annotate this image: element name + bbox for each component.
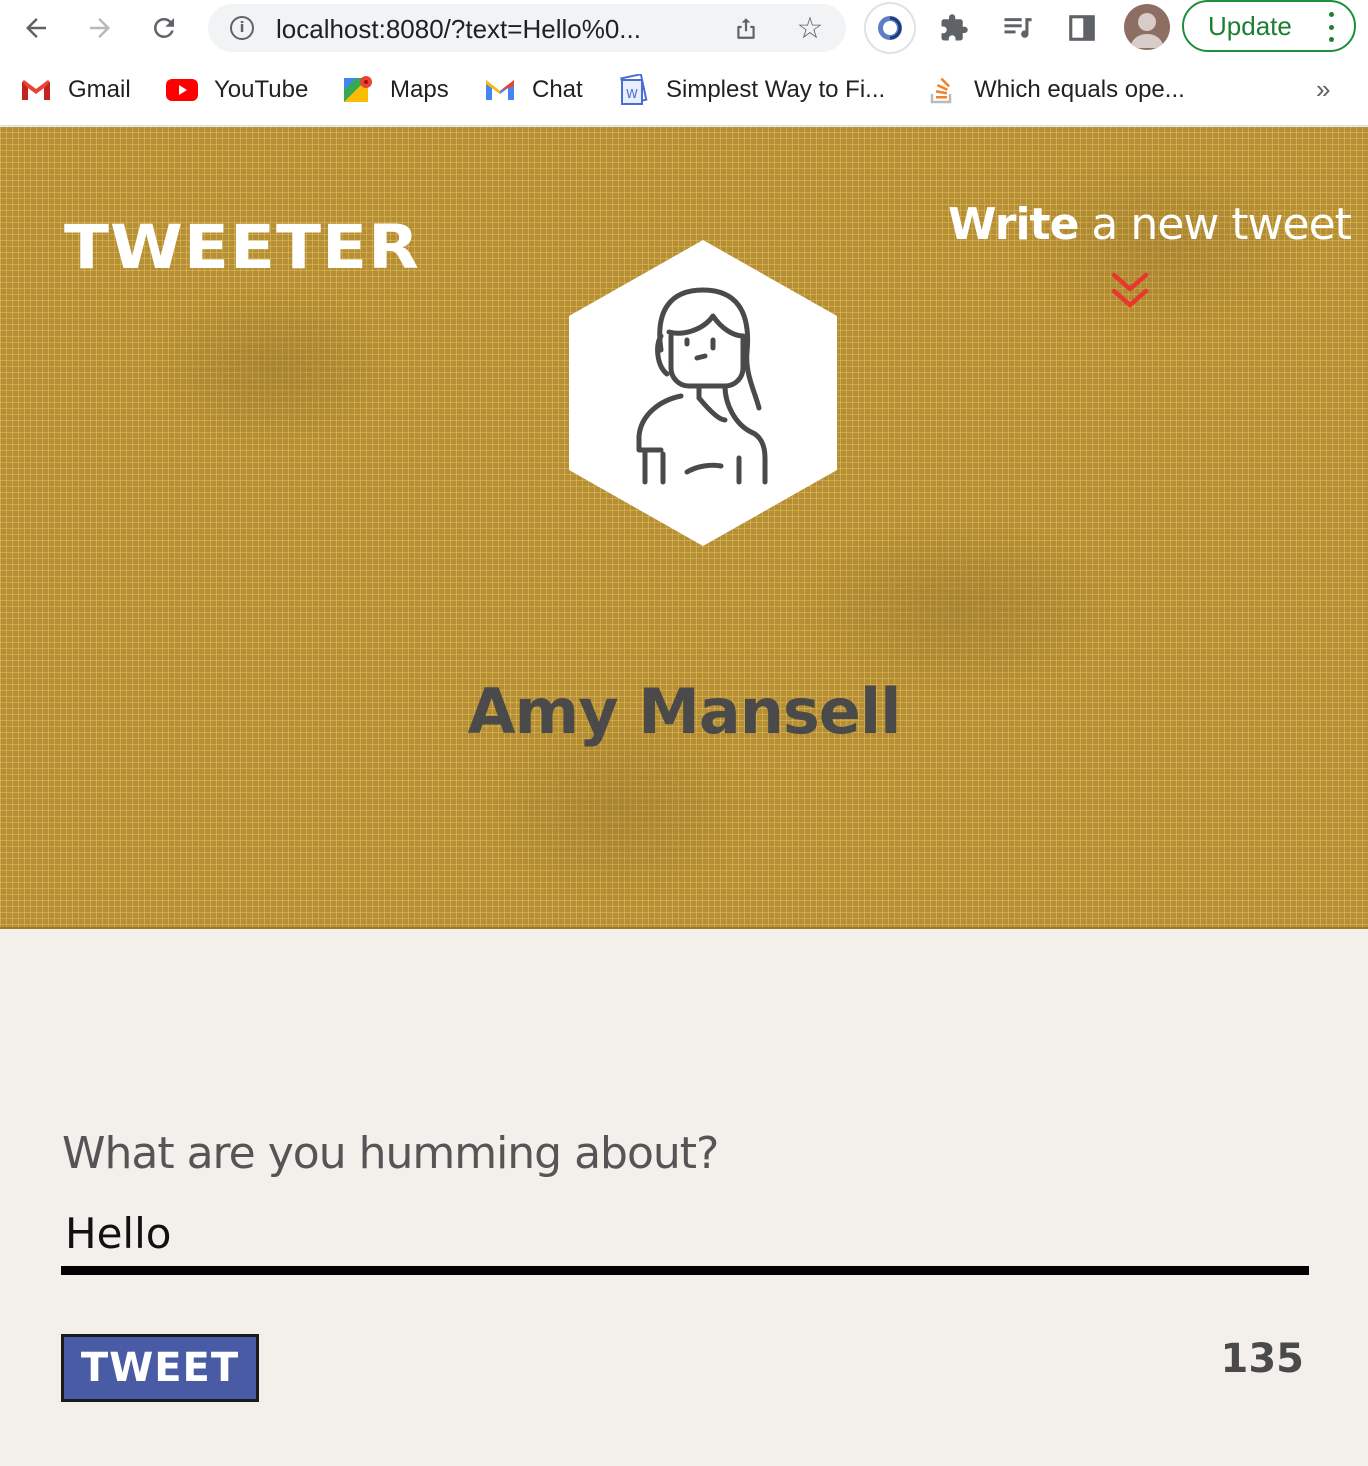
back-arrow-icon bbox=[26, 18, 46, 38]
bookmark-label: Maps bbox=[390, 76, 449, 103]
forward-arrow-icon bbox=[90, 18, 110, 38]
person-icon bbox=[1130, 13, 1164, 48]
bookmark-label: Gmail bbox=[68, 76, 131, 103]
bookmark-label: Chat bbox=[532, 76, 583, 103]
back-button[interactable] bbox=[16, 8, 56, 48]
chat-icon bbox=[484, 74, 516, 106]
bookmark-youtube[interactable]: YouTube bbox=[166, 72, 308, 108]
bookmark-gmail[interactable]: Gmail bbox=[20, 72, 131, 108]
forward-button[interactable] bbox=[80, 8, 120, 48]
bookmark-simplest-way[interactable]: W Simplest Way to Fi... bbox=[618, 72, 885, 108]
reload-button[interactable] bbox=[144, 8, 184, 48]
maps-icon bbox=[342, 74, 374, 106]
bookmark-chat[interactable]: Chat bbox=[484, 72, 583, 108]
reload-icon bbox=[154, 18, 174, 38]
side-panel-icon[interactable] bbox=[1062, 8, 1102, 48]
bookmark-maps[interactable]: Maps bbox=[342, 72, 449, 108]
extensions-puzzle-icon[interactable] bbox=[934, 8, 974, 48]
bookmark-label: YouTube bbox=[214, 76, 309, 103]
tweet-button[interactable]: TWEET bbox=[61, 1334, 259, 1402]
update-button[interactable]: Update bbox=[1182, 0, 1356, 52]
profile-avatar[interactable] bbox=[1124, 4, 1170, 50]
write-cta-bold: Write bbox=[948, 199, 1079, 250]
kebab-menu-icon[interactable] bbox=[1328, 12, 1334, 42]
svg-text:W: W bbox=[626, 87, 638, 101]
browser-toolbar: i localhost:8080/?text=Hello%0... ☆ Upda… bbox=[0, 0, 1368, 56]
docs-icon: W bbox=[618, 74, 650, 106]
bookmark-label: Which equals ope... bbox=[974, 76, 1185, 103]
gmail-icon bbox=[20, 74, 52, 106]
user-avatar-hexagon bbox=[569, 240, 837, 546]
address-bar[interactable]: i localhost:8080/?text=Hello%0... ☆ bbox=[208, 4, 846, 52]
compose-prompt-label: What are you humming about? bbox=[62, 1128, 719, 1179]
bookmark-star-icon[interactable]: ☆ bbox=[792, 10, 828, 46]
write-new-tweet-link[interactable]: Write a new tweet bbox=[948, 199, 1352, 250]
bookmark-which-equals[interactable]: Which equals ope... bbox=[926, 72, 1185, 108]
extension-lens-icon[interactable] bbox=[866, 4, 914, 52]
brand-logo: TWEETER bbox=[64, 212, 420, 283]
tweet-text-input[interactable] bbox=[61, 1200, 1309, 1275]
url-text[interactable]: localhost:8080/?text=Hello%0... bbox=[276, 14, 716, 45]
youtube-icon bbox=[166, 74, 198, 106]
media-queue-icon[interactable] bbox=[998, 8, 1038, 48]
site-info-icon[interactable]: i bbox=[230, 16, 254, 40]
write-cta-rest: a new tweet bbox=[1078, 199, 1352, 250]
stackoverflow-icon bbox=[926, 74, 958, 106]
share-icon[interactable] bbox=[728, 10, 764, 46]
double-chevron-down-icon[interactable] bbox=[1108, 271, 1152, 315]
more-bookmarks-button[interactable]: » bbox=[1316, 74, 1330, 105]
profile-header: TWEETER Write a new tweet Amy Mansell bbox=[0, 127, 1368, 929]
user-display-name: Amy Mansell bbox=[467, 675, 902, 748]
bookmark-label: Simplest Way to Fi... bbox=[666, 76, 886, 103]
character-counter: 135 bbox=[1220, 1336, 1305, 1382]
bookmarks-bar: Gmail YouTube Maps Chat W Simplest Way t… bbox=[0, 56, 1368, 126]
update-label: Update bbox=[1208, 10, 1292, 41]
